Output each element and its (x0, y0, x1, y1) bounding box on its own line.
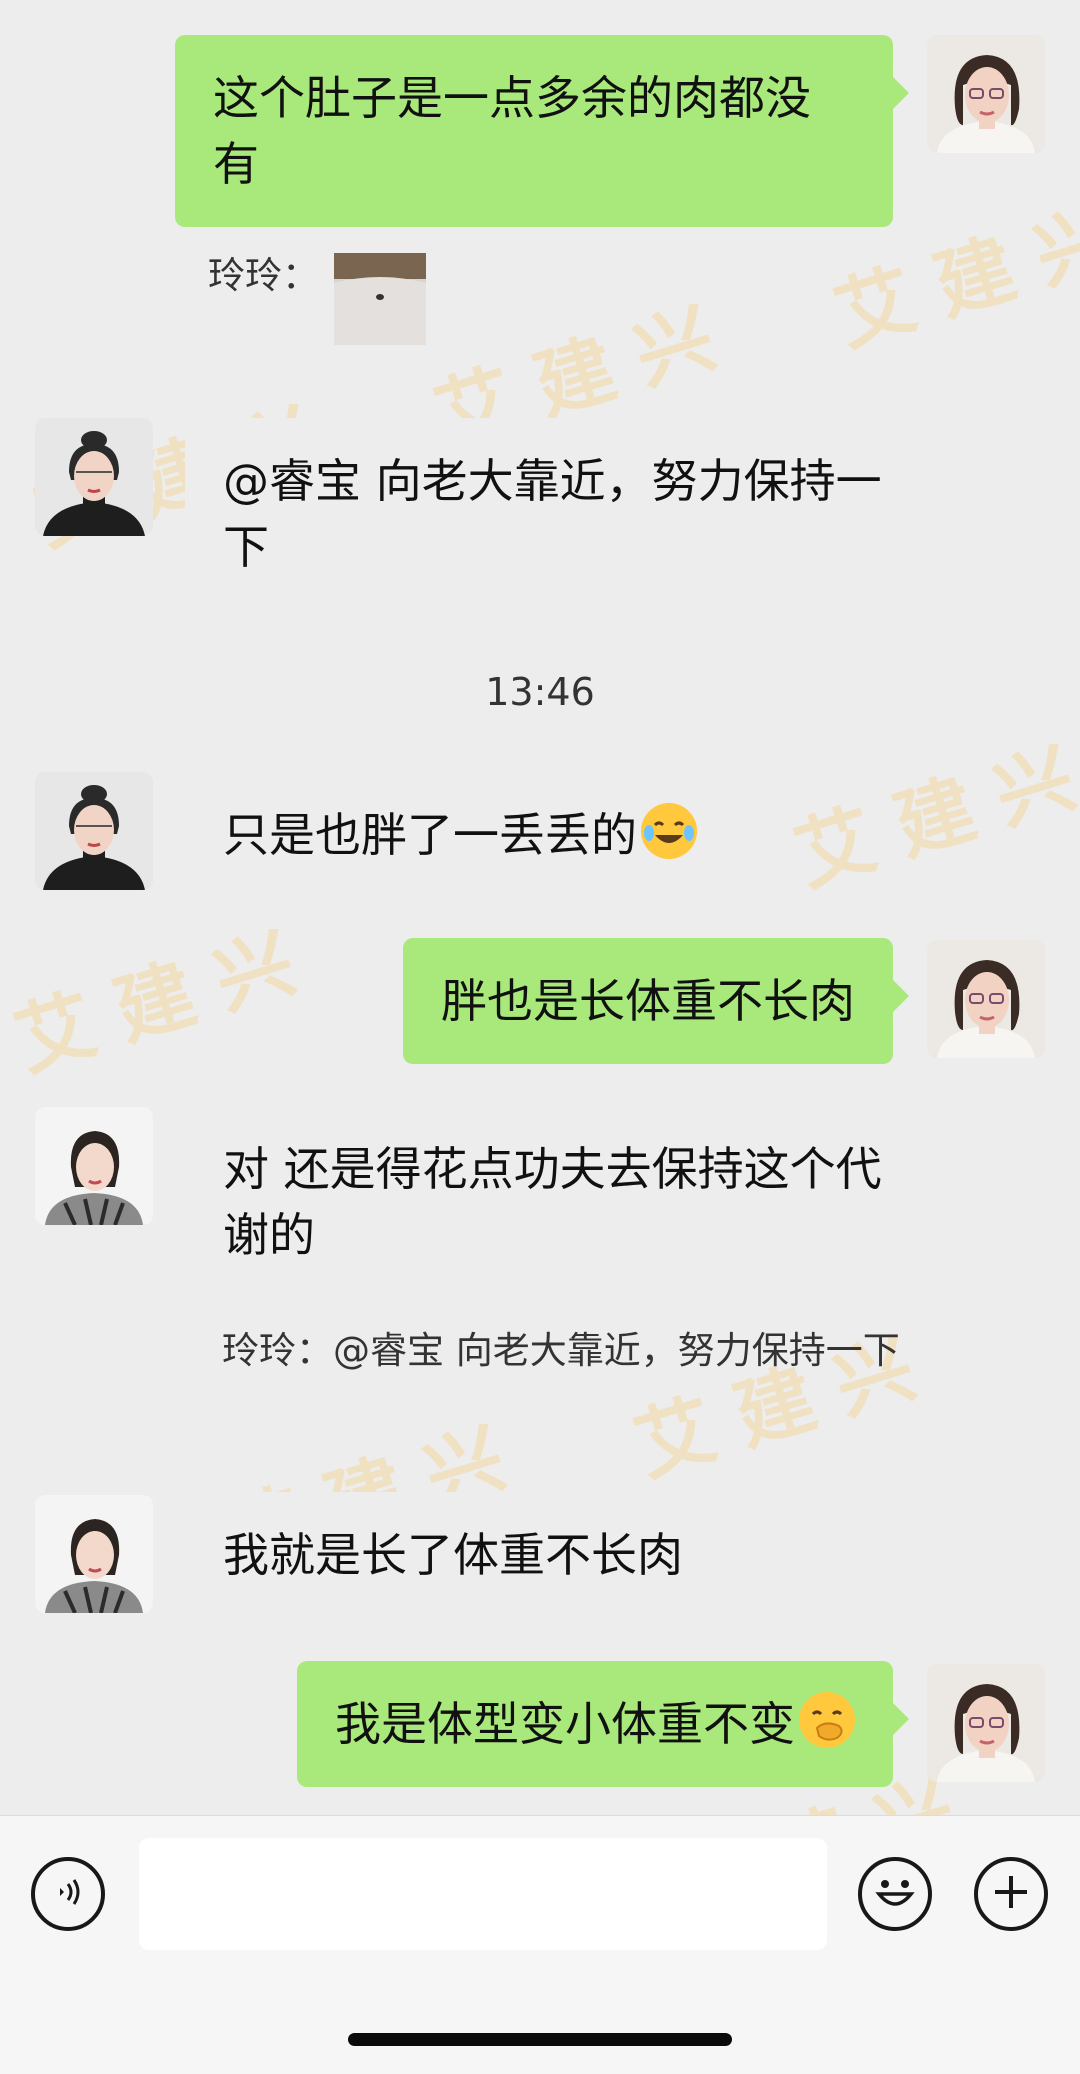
emoji-button[interactable] (858, 1857, 932, 1931)
voice-button[interactable] (31, 1857, 105, 1931)
message-bubble-other[interactable]: 对 还是得花点功夫去保持这个代谢的 (185, 1106, 920, 1298)
plus-button[interactable] (974, 1857, 1048, 1931)
quote-text: 玲玲：@睿宝 向老大靠近，努力保持一下 (222, 1329, 900, 1372)
message-bubble-self[interactable]: 这个肚子是一点多余的肉都没有 (175, 35, 909, 227)
avatar[interactable] (35, 418, 153, 536)
message-text: 我是体型变小体重不变 (335, 1697, 795, 1751)
message-text: 我就是长了体重不长肉 (223, 1528, 683, 1582)
message-text: @睿宝 向老大靠近，努力保持一下 (223, 454, 882, 574)
avatar[interactable] (927, 940, 1045, 1058)
message-bubble-other[interactable]: 我就是长了体重不长肉 (185, 1492, 721, 1618)
message-text: 这个肚子是一点多余的肉都没有 (213, 71, 811, 191)
quoted-message[interactable]: 玲玲：@睿宝 向老大靠近，努力保持一下 (222, 1327, 902, 1375)
timestamp: 13:46 (485, 670, 595, 714)
home-indicator (348, 2033, 732, 2046)
hand-over-mouth-emoji (799, 1692, 855, 1748)
watermark: 艾建兴 (4, 910, 330, 1089)
message-text: 胖也是长体重不长肉 (441, 974, 855, 1028)
message-text: 只是也胖了一丢丢的 (223, 808, 637, 862)
avatar[interactable] (35, 1495, 153, 1613)
laughing-crying-emoji (641, 803, 697, 859)
message-input[interactable] (139, 1838, 827, 1950)
avatar[interactable] (927, 1664, 1045, 1782)
avatar[interactable] (927, 35, 1045, 153)
message-text: 对 还是得花点功夫去保持这个代谢的 (223, 1142, 882, 1262)
photo-thumbnail[interactable] (334, 253, 426, 345)
message-bubble-self[interactable]: 我是体型变小体重不变 (297, 1661, 909, 1787)
message-bubble-other[interactable]: 只是也胖了一丢丢的 (185, 772, 735, 898)
quoted-message[interactable]: 玲玲： (208, 252, 319, 300)
watermark: 艾建兴 (784, 725, 1080, 904)
smile-icon (865, 1862, 925, 1926)
plus-icon (991, 1872, 1031, 1916)
message-bubble-other[interactable]: @睿宝 向老大靠近，努力保持一下 (185, 418, 920, 610)
voice-icon (48, 1872, 88, 1916)
avatar[interactable] (35, 772, 153, 890)
quote-label: 玲玲： (208, 254, 319, 297)
message-bubble-self[interactable]: 胖也是长体重不长肉 (403, 938, 909, 1064)
avatar[interactable] (35, 1107, 153, 1225)
chat-area[interactable]: 艾建兴 艾建兴 艾建兴 艾建兴 艾建兴 艾建兴 艾建兴 艾建兴 这个肚子是一点多… (0, 0, 1080, 1815)
